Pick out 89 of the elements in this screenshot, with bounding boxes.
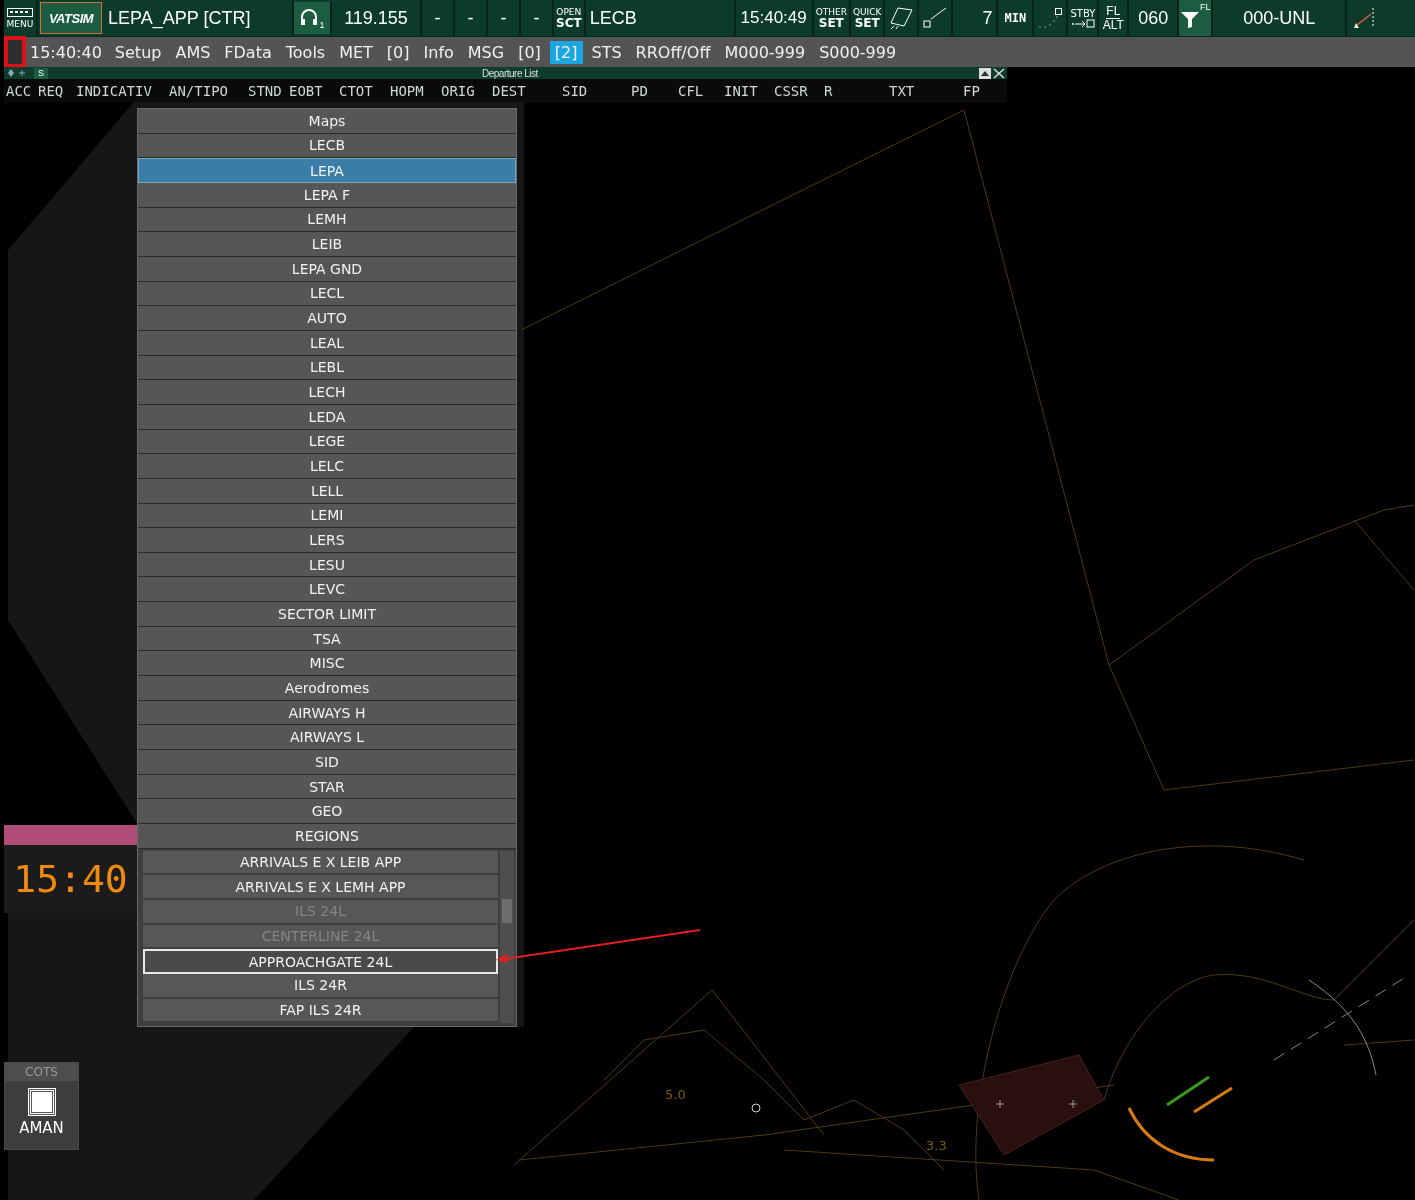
menu-item[interactable]: FData xyxy=(219,40,277,64)
ruler-icon xyxy=(888,6,915,30)
map-menu-item[interactable]: LECB xyxy=(138,133,516,159)
scrollbar-thumb[interactable] xyxy=(502,898,512,923)
clock-label: 15:40:40 xyxy=(30,42,102,62)
menu-title: Maps xyxy=(138,109,516,134)
sort-button[interactable]: S xyxy=(34,67,48,79)
menu-item[interactable]: Tools xyxy=(280,40,331,64)
map-menu-item[interactable]: STAR xyxy=(138,774,516,800)
map-menu-item[interactable]: MISC xyxy=(138,651,516,677)
menu-item[interactable]: Info xyxy=(418,40,459,64)
map-menu-item[interactable]: LERS xyxy=(138,528,516,553)
map-menu-item[interactable]: AIRWAYS H xyxy=(138,700,516,726)
map-menu-item[interactable]: LEPA GND xyxy=(138,256,516,282)
map-menu-item[interactable]: ARRIVALS E X LEMH APP xyxy=(143,875,498,900)
map-label: 5.0 xyxy=(665,1087,686,1102)
headset-button[interactable]: 1 xyxy=(294,2,332,34)
column-header[interactable]: STND xyxy=(248,83,289,99)
menu-item[interactable]: MET xyxy=(334,40,378,64)
map-menu-item[interactable]: LELL xyxy=(138,478,516,504)
dots-icon xyxy=(1038,8,1062,28)
panel-title: COTS xyxy=(5,1063,78,1081)
map-menu-item[interactable]: TSA xyxy=(138,626,516,652)
map-menu-item[interactable]: GEO xyxy=(138,799,516,825)
column-header[interactable]: ORIG xyxy=(441,83,492,99)
map-menu-item[interactable]: FAP ILS 24R xyxy=(143,998,498,1024)
menu-item[interactable]: [0] xyxy=(381,40,415,64)
map-menu-item[interactable]: LEMH xyxy=(138,207,516,233)
arrow-box-icon xyxy=(1070,19,1095,28)
menu-item[interactable]: [0] xyxy=(513,40,546,64)
map-menu-item[interactable]: ILS 24R xyxy=(143,973,498,999)
map-menu-item[interactable]: Aerodromes xyxy=(138,676,516,701)
column-header[interactable]: CFL xyxy=(678,83,724,99)
map-menu-item[interactable]: LEMI xyxy=(138,503,516,529)
menu-item[interactable]: Setup xyxy=(109,40,167,64)
vatsim-logo: VATSIM xyxy=(40,2,102,34)
map-menu-item[interactable]: LECL xyxy=(138,281,516,307)
clock-display: 15:40 xyxy=(4,845,137,913)
map-menu-item[interactable]: LEPA F xyxy=(138,182,516,208)
column-header[interactable]: PD xyxy=(631,83,678,99)
map-menu-item[interactable]: AUTO xyxy=(138,306,516,331)
column-header[interactable]: DEST xyxy=(492,83,562,99)
map-menu-item[interactable]: SECTOR LIMIT xyxy=(138,602,516,627)
column-header[interactable]: INIT xyxy=(724,83,774,99)
column-header[interactable]: CTOT xyxy=(339,83,390,99)
column-header[interactable]: EOBT xyxy=(289,83,339,99)
column-header[interactable]: CSSR xyxy=(774,83,824,99)
line-icon xyxy=(922,6,949,30)
collapse-icon[interactable] xyxy=(979,67,991,79)
map-menu-item[interactable]: LEAL xyxy=(138,330,516,356)
scrollbar[interactable] xyxy=(500,850,514,1024)
headset-icon xyxy=(299,8,320,28)
menu-item[interactable]: AMS xyxy=(170,40,216,64)
map-menu-item[interactable]: LEPA xyxy=(138,158,516,183)
column-header[interactable]: SID xyxy=(562,83,631,99)
filter-button[interactable]: FL xyxy=(1179,0,1214,36)
menu-item[interactable]: RROff/Off xyxy=(630,40,716,64)
map-menu-item[interactable]: LECH xyxy=(138,380,516,405)
menu-item[interactable]: STS xyxy=(586,40,627,64)
map-menu-item[interactable]: REGIONS xyxy=(138,824,516,849)
column-header[interactable]: R xyxy=(824,83,889,99)
map-menu-item[interactable]: LEGE xyxy=(138,429,516,455)
close-icon[interactable] xyxy=(993,67,1005,79)
column-header[interactable]: HOPM xyxy=(390,83,441,99)
column-header[interactable]: ACC xyxy=(6,83,38,99)
aman-checkbox[interactable] xyxy=(28,1089,55,1115)
map-menu-item[interactable]: ARRIVALS E X LEIB APP xyxy=(143,850,498,876)
map-menu-item[interactable]: LESU xyxy=(138,552,516,578)
map-menu-item[interactable]: AIRWAYS L xyxy=(138,725,516,751)
menu-item[interactable]: S000-999 xyxy=(814,40,902,64)
map-menu-item[interactable]: APPROACHGATE 24L xyxy=(143,949,498,974)
map-menu-item[interactable]: SID xyxy=(138,750,516,775)
column-header[interactable]: REQ xyxy=(38,83,76,99)
column-header[interactable]: TXT xyxy=(889,83,963,99)
move-icon xyxy=(8,69,28,77)
aman-label: AMAN xyxy=(19,1119,64,1137)
column-header[interactable]: FP xyxy=(963,83,980,99)
column-header[interactable]: AN/TIPO xyxy=(169,83,248,99)
map-menu-item[interactable]: LEIB xyxy=(138,232,516,257)
map-menu-item[interactable]: LELC xyxy=(138,454,516,479)
map-menu-item[interactable]: LEBL xyxy=(138,355,516,381)
list-title: Departure List xyxy=(482,67,538,79)
menu-item[interactable]: M000-999 xyxy=(719,40,811,64)
keyboard-icon xyxy=(7,7,33,17)
map-menu-item[interactable]: LEVC xyxy=(138,577,516,603)
map-label: 3.3 xyxy=(926,1138,947,1153)
column-header[interactable]: INDICATIV xyxy=(76,83,169,99)
menu-item[interactable]: MSG xyxy=(462,40,510,64)
map-menu-item[interactable]: LEDA xyxy=(138,404,516,430)
